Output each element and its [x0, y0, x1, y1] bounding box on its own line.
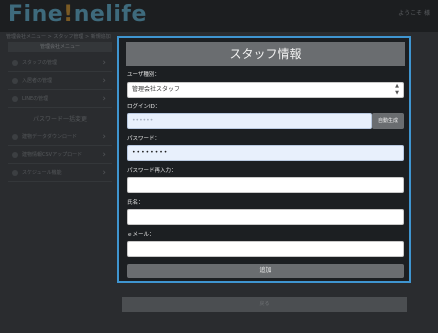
- sidebar: 管理会社メニュー スタッフの管理 入居者の管理 LINEの管理 パスワード一括変…: [8, 42, 112, 212]
- sidebar-item-staff[interactable]: スタッフの管理: [8, 54, 112, 72]
- sidebar-item-download[interactable]: 建物データダウンロード: [8, 128, 112, 146]
- user-type-label: ユーザ種別：: [127, 72, 160, 78]
- auto-generate-button[interactable]: 自動生成: [372, 113, 404, 129]
- select-updown-icon: ▲ ▼: [395, 83, 399, 96]
- password-label: パスワード：: [127, 136, 161, 142]
- app-header: Fine!nelife ようこそ 様: [0, 0, 438, 32]
- email-input[interactable]: [127, 241, 404, 257]
- sidebar-item-upload[interactable]: 建物情報CSVアップロード: [8, 146, 112, 164]
- login-id-input[interactable]: ••••••: [127, 113, 372, 129]
- user-type-select[interactable]: 管理会社スタッフ ▲ ▼: [127, 82, 404, 98]
- password-confirm-input[interactable]: [127, 177, 404, 193]
- user-info: ようこそ 様: [398, 10, 430, 17]
- sidebar-item-residents[interactable]: 入居者の管理: [8, 72, 112, 90]
- name-input[interactable]: [127, 209, 404, 225]
- sidebar-section-title: パスワード一括変更: [32, 116, 87, 123]
- add-button[interactable]: 追加: [127, 264, 404, 278]
- user-type-value: 管理会社スタッフ: [132, 86, 181, 93]
- sidebar-title: 管理会社メニュー: [8, 42, 112, 52]
- password-input[interactable]: ••••••••: [127, 145, 404, 161]
- staff-info-modal: スタッフ情報 ユーザ種別： 管理会社スタッフ ▲ ▼ ログインID： ••••••…: [117, 36, 411, 283]
- email-label: ｅメール：: [127, 232, 155, 238]
- password-confirm-label: パスワード再入力：: [127, 168, 177, 174]
- modal-title: スタッフ情報: [126, 42, 405, 66]
- back-button[interactable]: 戻る: [122, 297, 407, 312]
- name-label: 氏名：: [127, 200, 144, 206]
- sidebar-item-line[interactable]: LINEの管理: [8, 90, 112, 108]
- breadcrumb: 管理会社メニュー > スタッフ管理 > 新規追加: [6, 34, 111, 40]
- sidebar-item-schedule[interactable]: スケジュール機能: [8, 164, 112, 182]
- app-logo: Fine!nelife: [8, 2, 147, 27]
- login-id-label: ログインID：: [127, 104, 161, 110]
